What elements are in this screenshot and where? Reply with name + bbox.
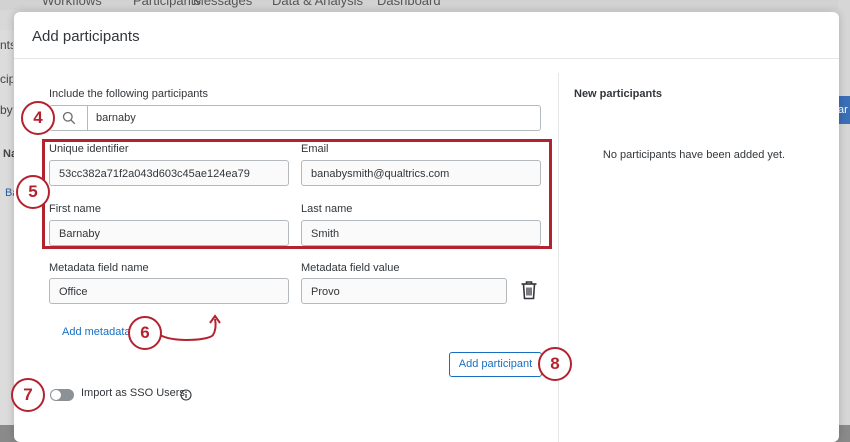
bg-fragment: by n	[0, 103, 13, 117]
modal-title: Add participants	[32, 28, 140, 45]
metadata-value-field[interactable]: Provo	[301, 278, 507, 304]
add-participant-button[interactable]: Add participant	[449, 352, 542, 377]
modal-panel-divider	[558, 73, 559, 442]
modal-header-divider	[14, 58, 839, 59]
include-label: Include the following participants	[49, 88, 208, 100]
participant-search-box[interactable]: barnaby	[49, 105, 541, 131]
callout-6: 6	[128, 316, 162, 350]
callout-8: 8	[538, 347, 572, 381]
search-input[interactable]: barnaby	[96, 106, 136, 130]
background-nav: Workflows Participants Messages Data & A…	[0, 0, 850, 10]
bg-fragment: Na	[3, 148, 14, 160]
bg-nav-item: Workflows	[42, 0, 102, 8]
metadata-name-label: Metadata field name	[49, 262, 149, 274]
bg-nav-item: Messages	[193, 0, 253, 8]
metadata-name-field[interactable]: Office	[49, 278, 289, 304]
sso-label: Import as SSO Users	[81, 387, 185, 399]
info-icon[interactable]	[179, 388, 193, 402]
bg-nav-item: Participants	[133, 0, 201, 8]
metadata-value-label: Metadata field value	[301, 262, 400, 274]
empty-participants-message: No participants have been added yet.	[602, 149, 786, 161]
search-icon[interactable]	[50, 106, 88, 130]
add-metadata-link[interactable]: Add metadata	[62, 326, 131, 338]
curved-arrow-icon	[159, 314, 221, 341]
sso-toggle[interactable]	[50, 389, 74, 401]
bg-fragment: nts	[0, 38, 13, 52]
bg-nav-item: Dashboard	[377, 0, 441, 8]
new-participants-title: New participants	[574, 88, 663, 100]
bg-right-button: ar	[838, 96, 850, 124]
callout-7: 7	[11, 378, 45, 412]
bg-nav-item: Data & Analysis	[272, 0, 364, 8]
trash-icon[interactable]	[520, 280, 538, 300]
bg-fragment: cipa	[0, 72, 13, 86]
callout-4: 4	[21, 101, 55, 135]
callout-5: 5	[16, 175, 50, 209]
toggle-knob	[51, 390, 61, 400]
background-right-panel	[838, 0, 850, 425]
highlight-box	[42, 139, 552, 249]
